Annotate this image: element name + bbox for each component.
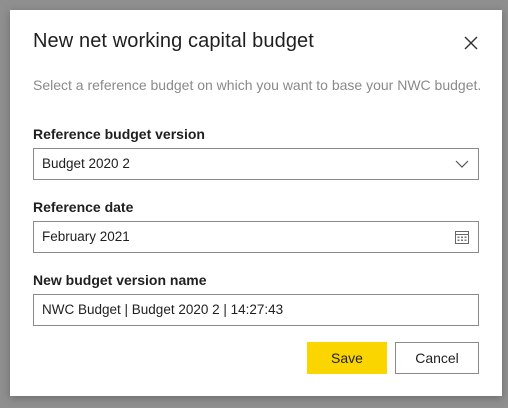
reference-date-value: February 2021 <box>42 229 130 244</box>
cancel-button[interactable]: Cancel <box>395 342 479 374</box>
new-nwc-budget-dialog: New net working capital budget Select a … <box>10 10 502 396</box>
dialog-subtitle: Select a reference budget on which you w… <box>33 77 482 93</box>
reference-budget-value: Budget 2020 2 <box>42 156 130 171</box>
calendar-icon[interactable] <box>454 229 470 245</box>
save-button[interactable]: Save <box>307 342 387 374</box>
reference-date-label: Reference date <box>33 199 134 215</box>
reference-date-input[interactable]: February 2021 <box>33 221 479 253</box>
new-version-name-input[interactable]: NWC Budget | Budget 2020 2 | 14:27:43 <box>33 294 479 326</box>
reference-budget-select[interactable]: Budget 2020 2 <box>33 148 479 180</box>
dialog-title: New net working capital budget <box>33 30 314 52</box>
reference-budget-label: Reference budget version <box>33 126 205 142</box>
new-version-name-value: NWC Budget | Budget 2020 2 | 14:27:43 <box>42 302 284 317</box>
close-icon <box>464 36 478 50</box>
new-version-name-label: New budget version name <box>33 272 207 288</box>
close-button[interactable] <box>461 33 481 53</box>
chevron-down-icon <box>455 160 469 168</box>
